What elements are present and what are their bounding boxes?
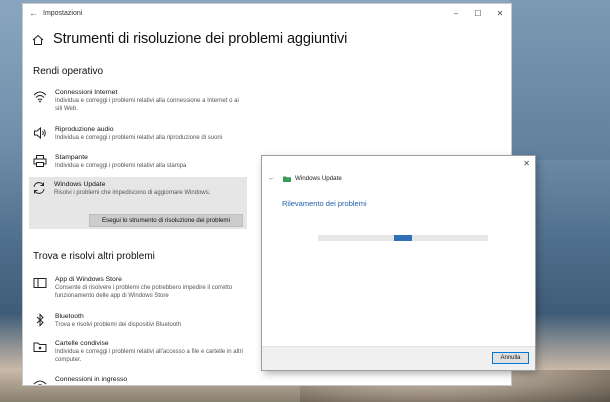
home-icon[interactable]	[32, 33, 44, 45]
troubleshooter-bluetooth[interactable]: Bluetooth Trova e risolvi problemi dei d…	[30, 313, 246, 333]
dialog-footer: Annulla	[262, 346, 535, 370]
troubleshooter-incoming-connections[interactable]: Connessioni in ingresso	[30, 376, 246, 385]
item-name: Connessioni in ingresso	[55, 376, 128, 383]
item-desc: Individua e correggi i problemi relativi…	[55, 135, 223, 141]
cancel-button[interactable]: Annulla	[492, 352, 529, 364]
item-name: Stampante	[55, 154, 88, 161]
item-name: Riproduzione audio	[55, 126, 114, 133]
dialog-status: Rilevamento dei problemi	[282, 199, 367, 208]
item-desc: Individua e correggi i problemi relativi…	[55, 163, 187, 169]
maximize-button[interactable]: ☐	[467, 9, 489, 18]
item-desc: Individua e correggi i problemi relativi…	[55, 349, 243, 363]
speaker-icon	[30, 126, 50, 146]
troubleshooter-internet[interactable]: Connessioni Internet Individua e corregg…	[30, 89, 246, 113]
page-title: Strumenti di risoluzione dei problemi ag…	[53, 31, 348, 47]
update-icon	[29, 181, 49, 201]
printer-icon	[30, 154, 50, 174]
store-icon	[30, 276, 50, 296]
troubleshooter-folder-icon	[283, 176, 291, 182]
title-bar: ← Impostazioni – ☐ ✕	[23, 4, 511, 22]
troubleshooter-audio[interactable]: Riproduzione audio Individua e correggi …	[30, 126, 246, 146]
item-desc: Individua e correggi i problemi relativi…	[55, 98, 239, 112]
item-name: Cartelle condivise	[55, 340, 109, 347]
shared-folder-icon	[30, 340, 50, 360]
troubleshooter-store-apps[interactable]: App di Windows Store Consente di risolve…	[30, 276, 246, 300]
item-desc: Trova e risolvi problemi dei dispositivi…	[55, 322, 182, 328]
desktop-background	[510, 0, 610, 160]
dialog-close-button[interactable]: ✕	[523, 159, 530, 168]
section-title-run: Rendi operativo	[33, 66, 104, 77]
progress-indicator	[394, 235, 412, 241]
item-name: Bluetooth	[55, 313, 84, 320]
dialog-back-arrow-icon[interactable]: ←	[268, 175, 275, 182]
progress-bar	[318, 235, 488, 241]
back-arrow-icon[interactable]: ←	[29, 8, 43, 18]
item-name: Windows Update	[54, 181, 106, 188]
incoming-connection-icon	[30, 376, 50, 385]
run-troubleshooter-button[interactable]: Esegui lo strumento di risoluzione dei p…	[89, 214, 243, 227]
section-title-other: Trova e risolvi altri problemi	[33, 251, 155, 262]
item-name: App di Windows Store	[55, 276, 122, 283]
item-desc: Consente di risolvere i problemi che pot…	[55, 285, 233, 299]
item-desc: Risolvi i problemi che impediscono di ag…	[54, 190, 211, 196]
minimize-button[interactable]: –	[445, 9, 467, 18]
close-button[interactable]: ✕	[489, 9, 511, 18]
wifi-icon	[30, 89, 50, 109]
bluetooth-icon	[30, 313, 50, 333]
troubleshooter-dialog: ✕ ← Windows Update Rilevamento dei probl…	[262, 156, 535, 370]
troubleshooter-shared-folders[interactable]: Cartelle condivise Individua e correggi …	[30, 340, 246, 364]
troubleshooter-printer[interactable]: Stampante Individua e correggi i problem…	[30, 154, 246, 174]
app-title: Impostazioni	[43, 9, 83, 17]
item-name: Connessioni Internet	[55, 89, 118, 96]
dialog-title: Windows Update	[295, 175, 342, 182]
